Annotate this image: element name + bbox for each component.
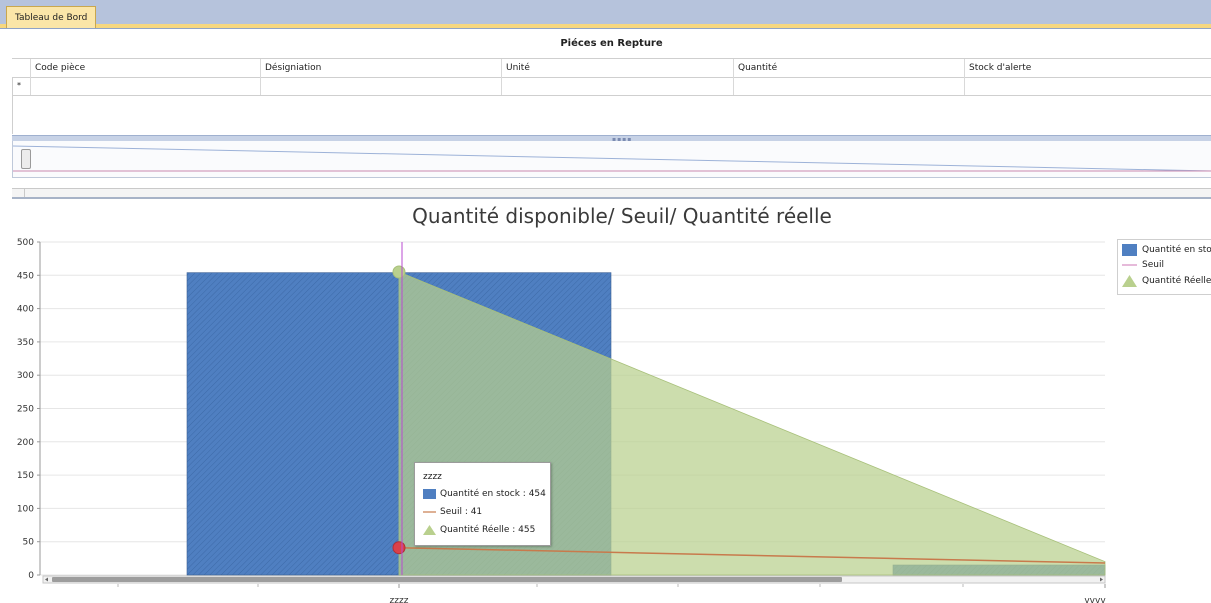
x-tick-label: vvvv	[1084, 596, 1106, 603]
chart-plot[interactable]: 0 50 100 150 200 250 300 350 400 450 500 zzzz vvvv	[0, 230, 1211, 603]
reelle-triangle-icon	[423, 524, 436, 535]
seuil-line-icon	[423, 510, 436, 513]
reelle-triangle-icon	[1122, 275, 1137, 287]
row-indicator-header	[12, 59, 30, 77]
range-preview-lines	[12, 145, 1211, 172]
chart-tooltip: zzzz Quantité en stock : 454 Seuil : 41 …	[414, 462, 551, 546]
column-header-quantite[interactable]: Quantité	[733, 59, 964, 77]
point-seuil[interactable]	[392, 541, 406, 555]
point-quantite-reelle[interactable]	[392, 265, 406, 279]
cell-designiation[interactable]	[260, 77, 501, 95]
tooltip-text-seuil: Seuil : 41	[440, 507, 483, 517]
stock-swatch-icon	[1122, 244, 1137, 256]
tooltip-text-reelle: Quantité Réelle : 455	[440, 525, 536, 535]
range-handle[interactable]	[21, 149, 31, 169]
legend-label-reelle: Quantité Réelle	[1142, 276, 1211, 286]
chart-separator	[12, 197, 1211, 199]
new-row-marker: *	[17, 81, 21, 90]
x-tick-label: zzzz	[390, 596, 409, 603]
cell-unite[interactable]	[501, 77, 733, 95]
column-header-unite[interactable]: Unité	[501, 59, 733, 77]
range-control[interactable]	[12, 141, 1211, 178]
tooltip-title: zzzz	[423, 472, 442, 482]
y-tick-label: 150	[17, 471, 34, 481]
tab-strip	[0, 0, 1211, 29]
chart-title: Quantité disponible/ Seuil/ Quantité rée…	[412, 204, 832, 228]
seuil-line-icon	[1122, 264, 1137, 266]
column-header-designiation[interactable]: Désigniation	[260, 59, 501, 77]
tooltip-row-stock: Quantité en stock : 454	[423, 488, 546, 500]
scroll-left-icon[interactable]	[12, 189, 25, 197]
y-tick-label: 100	[17, 504, 34, 514]
cell-code-piece[interactable]	[30, 77, 260, 95]
grid-header: Code pièce Désigniation Unité Quantité S…	[12, 58, 1211, 78]
tooltip-text-stock: Quantité en stock : 454	[440, 489, 546, 499]
y-tick-label: 0	[28, 571, 34, 581]
legend-label-seuil: Seuil	[1142, 260, 1164, 270]
y-tick-label: 50	[23, 538, 35, 548]
legend-label-stock: Quantité en stock	[1142, 245, 1211, 255]
cell-stock-alerte[interactable]	[964, 77, 1211, 95]
y-tick-label: 400	[17, 305, 34, 315]
y-tick-label: 500	[17, 238, 34, 248]
y-tick-label: 300	[17, 371, 34, 381]
cell-quantite[interactable]	[733, 77, 964, 95]
grid-title: Piéces en Repture	[560, 38, 663, 49]
chart-scrollbar-thumb[interactable]	[52, 577, 842, 582]
tooltip-row-reelle: Quantité Réelle : 455	[423, 524, 535, 536]
column-header-code-piece[interactable]: Code pièce	[30, 59, 260, 77]
column-header-stock-alerte[interactable]: Stock d'alerte	[964, 59, 1211, 77]
y-tick-label: 450	[17, 271, 34, 281]
tab-tableau-de-bord[interactable]: Tableau de Bord	[6, 6, 97, 28]
y-tick-label: 350	[17, 338, 34, 348]
stock-swatch-icon	[423, 488, 436, 499]
new-item-row[interactable]: *	[12, 77, 1211, 96]
y-tick-label: 200	[17, 438, 34, 448]
chart-legend: Quantité en stock Seuil Quantité Réelle	[1117, 239, 1211, 295]
y-tick-label: 250	[17, 405, 34, 415]
tooltip-row-seuil: Seuil : 41	[423, 506, 482, 518]
